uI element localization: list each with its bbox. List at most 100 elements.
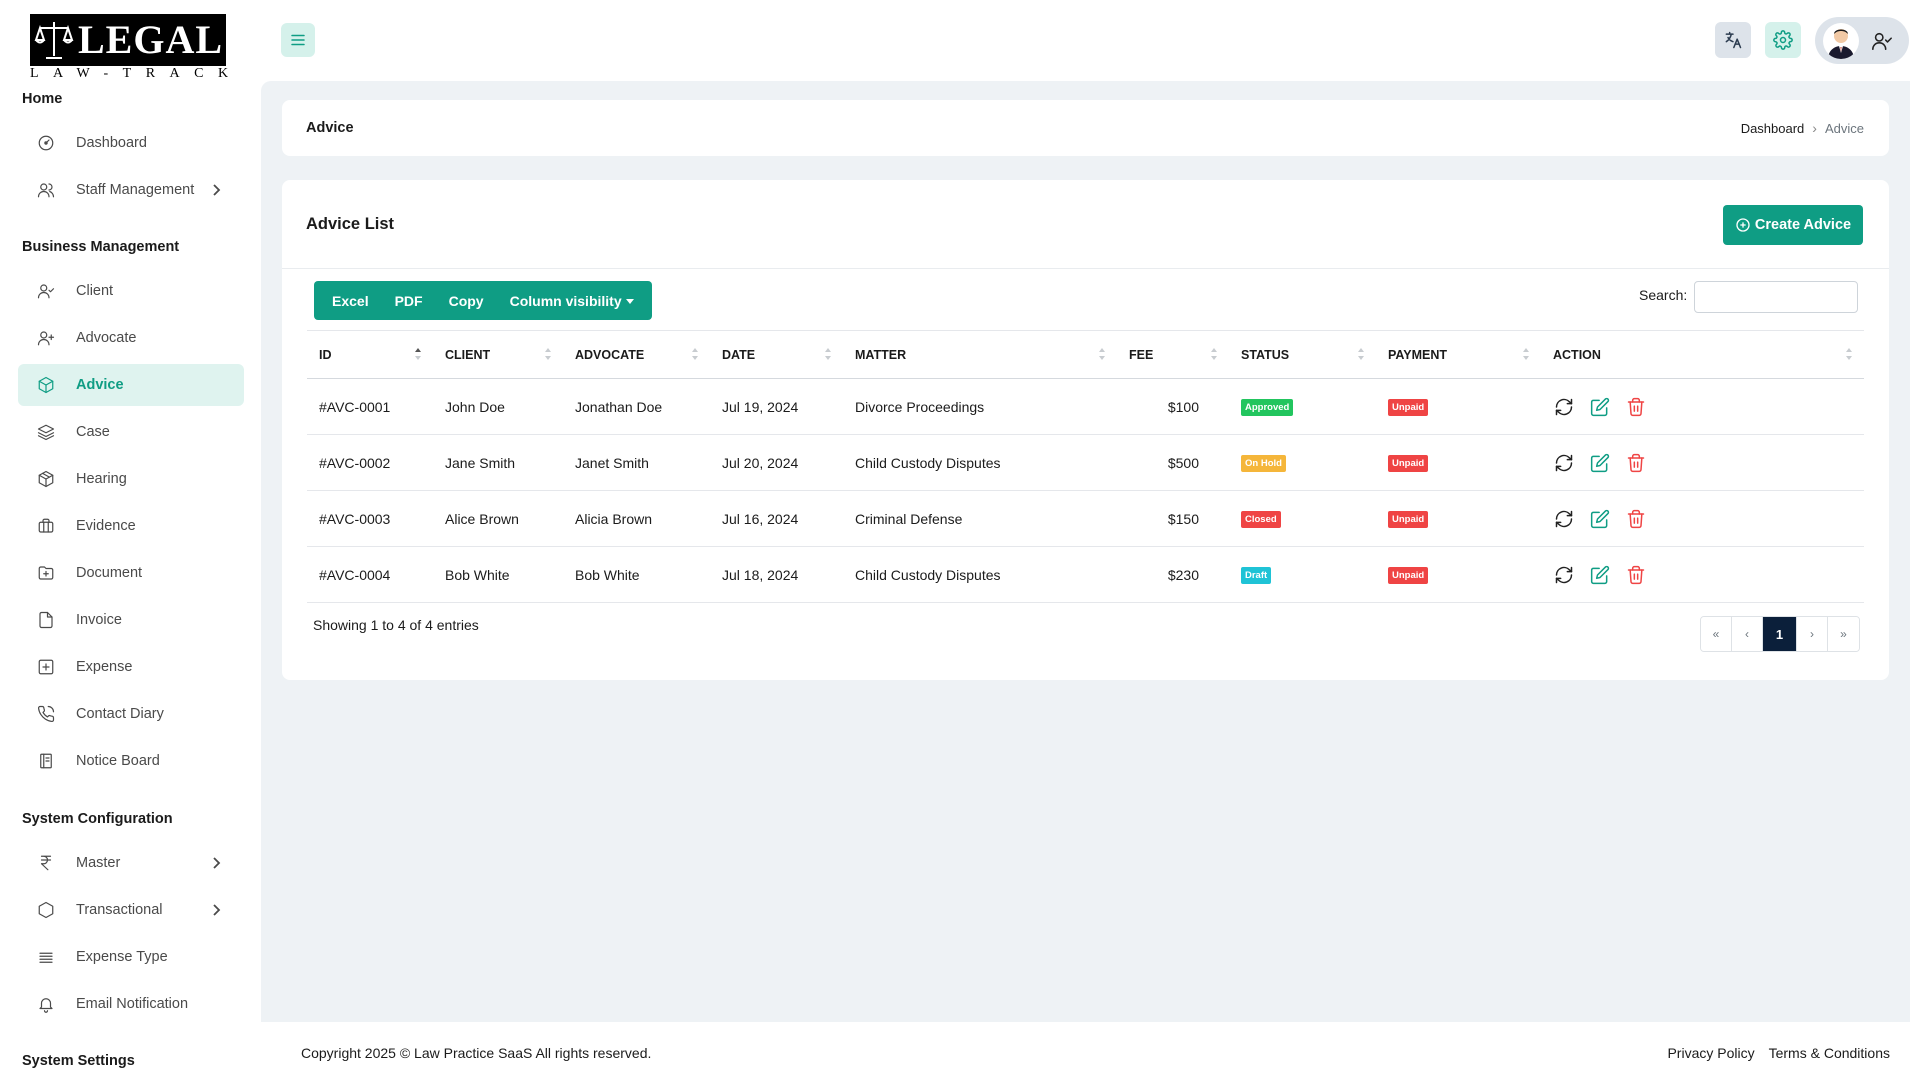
column-header-date[interactable]: DATE [710, 330, 843, 379]
sidebar-item-label: Advocate [76, 330, 137, 346]
refresh-button[interactable] [1553, 508, 1575, 530]
column-header-label: ID [319, 347, 332, 362]
translate-icon [1725, 31, 1742, 49]
create-advice-button[interactable]: Create Advice [1723, 205, 1863, 245]
column-header-label: MATTER [855, 347, 907, 362]
cell-status: Approved [1229, 378, 1376, 435]
edit-button[interactable] [1589, 564, 1611, 586]
sidebar-item-invoice[interactable]: Invoice [18, 599, 244, 641]
refresh-button[interactable] [1553, 396, 1575, 418]
sidebar-item-expense-type[interactable]: Expense Type [18, 936, 244, 978]
pagination-prev[interactable]: ‹ [1732, 617, 1763, 651]
list-icon [36, 947, 56, 967]
trash-icon [1627, 509, 1645, 528]
sidebar-item-transactional[interactable]: Transactional [18, 889, 244, 931]
column-visibility-button[interactable]: Column visibility [502, 293, 642, 309]
sidebar-item-dashboard[interactable]: Dashboard [18, 122, 244, 164]
column-header-payment[interactable]: PAYMENT [1376, 330, 1541, 379]
row-actions [1553, 564, 1852, 586]
language-button[interactable] [1715, 22, 1751, 58]
sidebar-item-expense[interactable]: Expense [18, 646, 244, 688]
delete-button[interactable] [1625, 508, 1647, 530]
avatar [1823, 22, 1859, 59]
refresh-icon [1555, 566, 1573, 583]
cube-icon [36, 375, 56, 395]
sidebar-item-label: Evidence [76, 518, 136, 534]
sidebar-item-label: Invoice [76, 612, 122, 628]
cell-matter: Divorce Proceedings [843, 378, 1117, 435]
edit-button[interactable] [1589, 396, 1611, 418]
bell-icon [36, 994, 56, 1014]
edit-icon [1590, 509, 1610, 528]
privacy-policy-link[interactable]: Privacy Policy [1667, 1045, 1754, 1061]
sidebar-item-advice[interactable]: Advice [18, 364, 244, 406]
pagination-last[interactable]: » [1828, 617, 1859, 651]
payment-badge: Unpaid [1388, 511, 1429, 528]
sidebar-item-staff-management[interactable]: Staff Management [18, 169, 244, 211]
edit-icon [1590, 453, 1610, 472]
column-header-advocate[interactable]: ADVOCATE [563, 330, 710, 379]
pagination-next[interactable]: › [1797, 617, 1828, 651]
edit-icon [1590, 397, 1610, 416]
delete-button[interactable] [1625, 452, 1647, 474]
excel-button[interactable]: Excel [324, 293, 377, 309]
column-header-client[interactable]: CLIENT [433, 330, 563, 379]
settings-button[interactable] [1765, 22, 1801, 58]
sidebar-item-label: Advice [76, 377, 124, 393]
sidebar-item-evidence[interactable]: Evidence [18, 505, 244, 547]
sidebar-item-label: Document [76, 565, 143, 581]
scales-icon [34, 22, 74, 59]
refresh-button[interactable] [1553, 564, 1575, 586]
menu-toggle-button[interactable] [281, 23, 315, 57]
terms-conditions-link[interactable]: Terms & Conditions [1769, 1045, 1890, 1061]
sidebar-item-master[interactable]: Master [18, 842, 244, 884]
sidebar-item-label: Dashboard [76, 135, 147, 151]
cell-advocate: Alicia Brown [563, 490, 710, 547]
cell-payment: Unpaid [1376, 546, 1541, 603]
delete-button[interactable] [1625, 564, 1647, 586]
pagination-first[interactable]: « [1701, 617, 1732, 651]
row-actions [1553, 452, 1852, 474]
section-system-configuration: System Configuration [22, 811, 173, 827]
column-header-fee[interactable]: FEE [1117, 330, 1229, 379]
column-header-matter[interactable]: MATTER [843, 330, 1117, 379]
sidebar-item-contact-diary[interactable]: Contact Diary [18, 693, 244, 735]
sidebar-item-label: Hearing [76, 471, 127, 487]
sidebar-item-notice-board[interactable]: Notice Board [18, 740, 244, 782]
sidebar-item-document[interactable]: Document [18, 552, 244, 594]
refresh-button[interactable] [1553, 452, 1575, 474]
sidebar-item-label: Client [76, 283, 114, 299]
status-badge: Closed [1241, 511, 1281, 528]
copy-button[interactable]: Copy [441, 293, 492, 309]
sidebar-item-label: Expense Type [76, 949, 168, 965]
sidebar-item-client[interactable]: Client [18, 270, 244, 312]
sidebar-item-advocate[interactable]: Advocate [18, 317, 244, 359]
cell-action [1541, 378, 1864, 435]
breadcrumb-dashboard[interactable]: Dashboard [1741, 121, 1805, 136]
search-label: Search: [1639, 287, 1688, 303]
column-header-id[interactable]: ID [307, 330, 433, 379]
sidebar-item-email-notification[interactable]: Email Notification [18, 983, 244, 1025]
status-badge: On Hold [1241, 455, 1286, 472]
edit-button[interactable] [1589, 452, 1611, 474]
file-icon [36, 610, 56, 630]
divider [282, 268, 1889, 269]
column-header-action[interactable]: ACTION [1541, 330, 1864, 379]
pagination-page-1[interactable]: 1 [1763, 617, 1797, 651]
refresh-icon [1555, 510, 1573, 527]
search-input[interactable] [1694, 281, 1858, 313]
caret-down-icon [625, 299, 634, 305]
cell-client: Bob White [433, 546, 563, 603]
delete-button[interactable] [1625, 396, 1647, 418]
sidebar-item-case[interactable]: Case [18, 411, 244, 453]
user-menu[interactable] [1815, 17, 1909, 64]
cell-date: Jul 16, 2024 [710, 490, 843, 547]
brand-logo[interactable]: LEGAL LAW-TRACK [30, 14, 230, 81]
sidebar-item-hearing[interactable]: Hearing [18, 458, 244, 500]
rupee-icon [36, 853, 56, 873]
pdf-button[interactable]: PDF [387, 293, 431, 309]
column-header-label: ACTION [1553, 347, 1601, 362]
column-header-status[interactable]: STATUS [1229, 330, 1376, 379]
edit-button[interactable] [1589, 508, 1611, 530]
briefcase-icon [36, 516, 56, 536]
